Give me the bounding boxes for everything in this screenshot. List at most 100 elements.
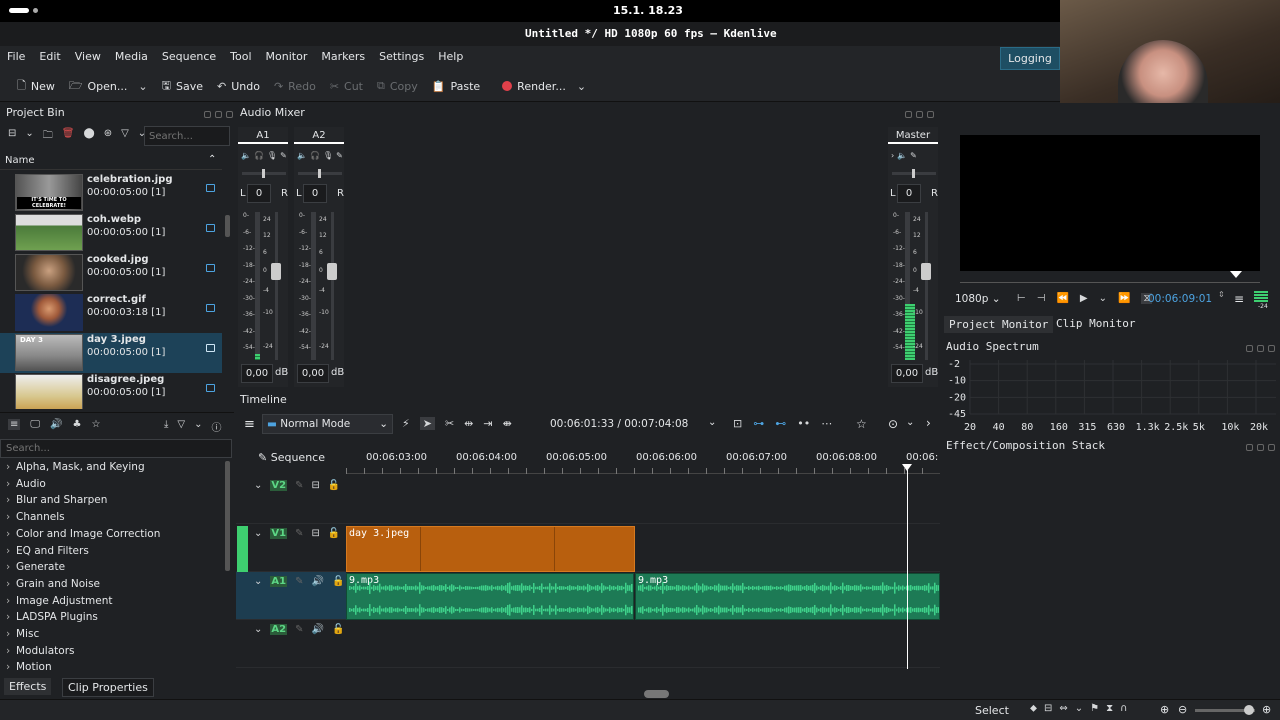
fit-zoom-icon[interactable]: ⊡ (733, 417, 742, 430)
sequence-header[interactable]: ✎ Sequence (258, 451, 325, 464)
set-in-icon[interactable]: ⊢ (1017, 293, 1026, 304)
bin-item-selected[interactable]: DAY 3 day 3.jpeg 00:00:05:00 [1] (0, 333, 222, 373)
headphones-icon[interactable]: 🎧 (310, 151, 320, 160)
chevron-down-icon[interactable]: ⌄ (906, 417, 914, 428)
effect-category[interactable]: Motion (0, 659, 222, 676)
film-icon[interactable]: ⊟ (311, 480, 319, 491)
trim-icon[interactable]: ⇔ (1059, 703, 1067, 714)
edit-icon[interactable]: ✎ (295, 480, 303, 491)
effect-category[interactable]: Audio (0, 476, 222, 493)
menu-edit[interactable]: Edit (32, 46, 67, 67)
speaker-icon[interactable]: 🔊 (311, 624, 323, 635)
menu-monitor[interactable]: Monitor (259, 46, 315, 67)
bin-search-input[interactable] (144, 126, 230, 146)
tab-clip-properties[interactable]: Clip Properties (62, 678, 154, 697)
play-icon[interactable]: ▶ (1080, 293, 1088, 304)
volume-fader-handle[interactable] (921, 263, 931, 280)
speaker-icon[interactable]: 🔊 (311, 576, 323, 587)
filter-tag-icon[interactable]: ⊛ (104, 128, 112, 145)
menu-sequence[interactable]: Sequence (155, 46, 223, 67)
open-button[interactable]: 🗁 Open... ⌄ (62, 70, 155, 102)
favorite-icon[interactable]: ☆ (856, 417, 867, 431)
effect-category[interactable]: Channels (0, 509, 222, 526)
timecode-spinner-icon[interactable]: ⇕ (1218, 290, 1225, 299)
chevron-down-icon[interactable]: ⌄ (254, 480, 262, 491)
tag-icon[interactable]: ⬥ (1030, 703, 1037, 714)
select-tool-icon[interactable]: ➤ (419, 417, 435, 430)
monitor-menu-icon[interactable]: ≡ (1234, 292, 1244, 306)
undo-button[interactable]: ↶ Undo (210, 70, 267, 102)
audio-effects-icon[interactable]: 🔊 (50, 419, 62, 430)
edit-icon[interactable]: ✎ (280, 151, 287, 160)
track-name[interactable]: V2 (270, 480, 288, 491)
balance-handle[interactable] (912, 169, 915, 178)
bin-column-header[interactable]: Name ⌃ (0, 152, 222, 170)
chevron-right-icon[interactable]: › (891, 151, 894, 160)
monitor-audio-meter[interactable] (1254, 291, 1268, 303)
lock-icon[interactable]: 🔓 (328, 480, 340, 491)
chevron-down-icon[interactable]: ⌄ (254, 528, 262, 539)
flag-icon[interactable]: ⚑ (1090, 703, 1099, 714)
tab-project-monitor[interactable]: Project Monitor (944, 316, 1054, 333)
chevron-down-icon[interactable]: ⌄ (138, 80, 147, 93)
effect-category[interactable]: EQ and Filters (0, 543, 222, 560)
balance-handle[interactable] (318, 169, 321, 178)
cut-button[interactable]: ✂ Cut (323, 70, 370, 102)
zoom-slider-handle[interactable] (1244, 705, 1254, 715)
gain-value[interactable]: 0,00 (297, 364, 329, 383)
effect-category[interactable]: LADSPA Plugins (0, 609, 222, 626)
extract-icon[interactable]: ⋯ (821, 417, 832, 430)
bin-item[interactable]: correct.gif 00:00:03:18 [1] (0, 293, 222, 333)
volume-fader-handle[interactable] (271, 263, 281, 280)
view-mode-icon[interactable]: ⊟ (8, 128, 16, 145)
download-icon[interactable]: ⤓ (164, 419, 168, 434)
info-icon[interactable]: ⓘ (212, 419, 222, 434)
menu-tool[interactable]: Tool (223, 46, 258, 67)
monitor-ruler[interactable] (960, 273, 1260, 283)
track-v2[interactable] (236, 476, 940, 524)
tab-effects[interactable]: Effects (4, 678, 52, 695)
bin-item[interactable]: coh.webp 00:00:05:00 [1] (0, 213, 222, 253)
razor-tool-icon[interactable]: ✂ (445, 417, 454, 430)
balance-value[interactable]: 0 (897, 184, 921, 203)
save-button[interactable]: 🖫 Save (155, 70, 210, 102)
effect-category[interactable]: Image Adjustment (0, 593, 222, 610)
balance-value[interactable]: 0 (303, 184, 327, 203)
monitor-playhead[interactable] (1230, 271, 1242, 278)
speaker-icon[interactable]: 🔈 (297, 151, 307, 160)
workspace-dot[interactable] (33, 8, 38, 13)
track-name[interactable]: V1 (270, 528, 288, 539)
resolution-select[interactable]: 1080p ⌄ (955, 293, 1001, 305)
menu-view[interactable]: View (68, 46, 108, 67)
timeline-hscrollbar[interactable] (644, 690, 669, 698)
favorite-icon[interactable]: ☆ (91, 419, 100, 430)
edit-icon[interactable]: ✎ (336, 151, 343, 160)
microphone-icon[interactable]: 🎙 (267, 151, 277, 160)
gain-value[interactable]: 0,00 (891, 364, 923, 383)
timeline-menu-icon[interactable]: ≡ (244, 417, 255, 432)
track-name[interactable]: A2 (270, 624, 288, 635)
menu-media[interactable]: Media (108, 46, 155, 67)
tab-clip-monitor[interactable]: Clip Monitor (1051, 315, 1140, 332)
monitor-screen[interactable] (960, 135, 1260, 271)
chevron-down-icon[interactable]: ⌄ (1099, 293, 1107, 304)
chevron-down-icon[interactable]: ⌄ (254, 624, 262, 635)
filter-icon[interactable]: ▽ (121, 128, 129, 145)
lock-icon[interactable]: 🔓 (328, 528, 340, 539)
headphones-icon[interactable]: 🎧 (254, 151, 264, 160)
render-button[interactable]: Render... ⌄ (495, 70, 593, 102)
bin-scrollbar[interactable] (225, 215, 230, 237)
track-v1-active[interactable] (237, 526, 248, 572)
chevron-down-icon[interactable]: ⌄ (1075, 703, 1083, 714)
filter-icon[interactable]: ▽ (177, 419, 185, 434)
edit-mode-select[interactable]: ▬ Normal Mode ⌄ (262, 414, 393, 434)
insert-icon[interactable]: ⊶ (753, 417, 764, 430)
speaker-icon[interactable]: 🔈 (897, 151, 907, 160)
set-out-icon[interactable]: ⊣ (1037, 293, 1046, 304)
logging-button[interactable]: Logging (1000, 47, 1060, 70)
copy-button[interactable]: ⧉ Copy (370, 70, 425, 102)
chevron-down-icon[interactable]: ⌄ (708, 417, 716, 428)
chevron-down-icon[interactable]: ⌄ (254, 576, 262, 587)
menu-markers[interactable]: Markers (314, 46, 372, 67)
folder-icon[interactable]: 🗀 (43, 128, 53, 145)
